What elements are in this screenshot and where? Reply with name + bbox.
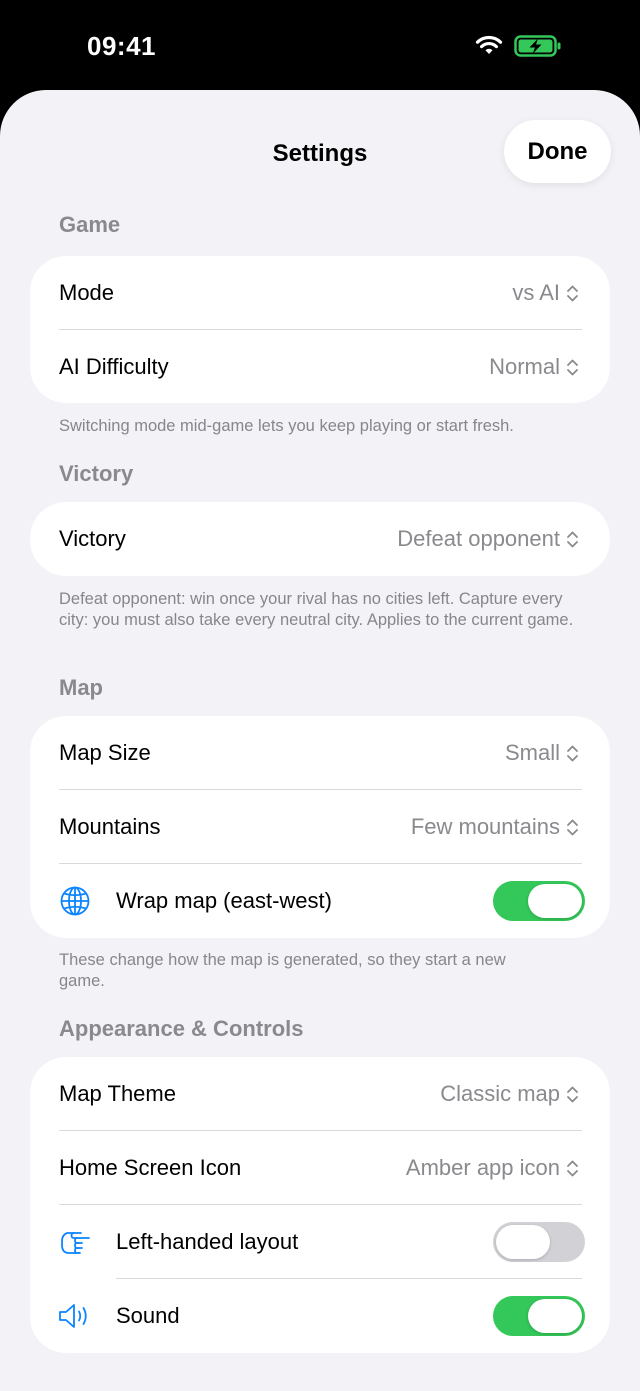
wrap-map-toggle[interactable] bbox=[493, 881, 585, 921]
home-screen-icon-label: Home Screen Icon bbox=[59, 1155, 242, 1180]
status-time: 09:41 bbox=[87, 31, 156, 61]
chevron-up-down-icon bbox=[567, 531, 578, 547]
wrap-map-label: Wrap map (east-west) bbox=[116, 888, 332, 913]
victory-value-text: Defeat opponent bbox=[397, 526, 560, 551]
home-screen-icon-value-text: Amber app icon bbox=[405, 1155, 560, 1180]
toggle-knob bbox=[528, 1299, 582, 1333]
chevron-up-down-icon bbox=[567, 359, 578, 375]
home-screen-icon-row[interactable]: Home Screen Icon Amber app icon bbox=[30, 1131, 610, 1205]
game-footer: Switching mode mid-game lets you keep pl… bbox=[59, 417, 514, 435]
wifi-icon bbox=[475, 35, 503, 54]
mode-value-text: vs AI bbox=[512, 280, 560, 305]
sound-row: Sound bbox=[30, 1279, 610, 1353]
home-screen-icon-value: Amber app icon bbox=[406, 1131, 579, 1205]
wrap-map-row: Wrap map (east-west) bbox=[30, 864, 610, 938]
toggle-knob bbox=[496, 1225, 550, 1259]
chevron-up-down-icon bbox=[567, 285, 578, 301]
speaker-icon bbox=[59, 1304, 87, 1328]
section-header-map: Map bbox=[59, 675, 103, 700]
map-size-row[interactable]: Map Size Small bbox=[30, 716, 610, 790]
map-theme-label: Map Theme bbox=[59, 1081, 176, 1106]
victory-row[interactable]: Victory Defeat opponent bbox=[30, 502, 610, 576]
chevron-up-down-icon bbox=[567, 819, 578, 835]
map-card: Map Size Small Mountains Few mountains W… bbox=[30, 716, 610, 938]
map-footer: These change how the map is generated, s… bbox=[59, 951, 506, 990]
section-header-appearance: Appearance & Controls bbox=[59, 1016, 304, 1041]
chevron-up-down-icon bbox=[567, 745, 578, 761]
toggle-knob bbox=[528, 884, 582, 918]
map-theme-value: Classic map bbox=[440, 1057, 579, 1131]
left-handed-toggle[interactable] bbox=[493, 1222, 585, 1262]
victory-footer: Defeat opponent: win once your rival has… bbox=[59, 590, 574, 629]
mountains-row[interactable]: Mountains Few mountains bbox=[30, 790, 610, 864]
globe-icon bbox=[60, 886, 90, 916]
map-size-label: Map Size bbox=[59, 740, 151, 765]
mountains-value: Few mountains bbox=[411, 790, 579, 864]
left-handed-row: Left-handed layout bbox=[30, 1205, 610, 1279]
pointing-hand-icon bbox=[61, 1232, 90, 1254]
sound-toggle[interactable] bbox=[493, 1296, 585, 1336]
map-size-value: Small bbox=[505, 716, 579, 790]
done-button[interactable]: Done bbox=[504, 120, 611, 183]
ai-difficulty-value-text: Normal bbox=[489, 354, 560, 379]
mode-value: vs AI bbox=[512, 256, 579, 330]
status-bar: 09:41 bbox=[0, 0, 640, 92]
mode-row[interactable]: Mode vs AI bbox=[30, 256, 610, 330]
map-size-value-text: Small bbox=[504, 740, 560, 765]
sound-label: Sound bbox=[116, 1303, 180, 1328]
map-theme-value-text: Classic map bbox=[440, 1081, 560, 1106]
victory-card: Victory Defeat opponent bbox=[30, 502, 610, 576]
chevron-up-down-icon bbox=[567, 1160, 578, 1176]
victory-label: Victory bbox=[59, 526, 126, 551]
ai-difficulty-row[interactable]: AI Difficulty Normal bbox=[30, 330, 610, 404]
map-theme-row[interactable]: Map Theme Classic map bbox=[30, 1057, 610, 1131]
section-header-game: Game bbox=[59, 212, 121, 237]
mountains-value-text: Few mountains bbox=[410, 814, 560, 839]
left-handed-label: Left-handed layout bbox=[116, 1229, 299, 1254]
ai-difficulty-label: AI Difficulty bbox=[59, 354, 169, 379]
game-card: Mode vs AI AI Difficulty Normal bbox=[30, 256, 610, 403]
chevron-up-down-icon bbox=[567, 1086, 578, 1102]
mode-label: Mode bbox=[59, 280, 115, 305]
ai-difficulty-value: Normal bbox=[489, 330, 579, 404]
section-header-victory: Victory bbox=[59, 461, 134, 486]
battery-charging-icon bbox=[514, 35, 561, 57]
victory-value: Defeat opponent bbox=[397, 502, 579, 576]
appearance-card: Map Theme Classic map Home Screen Icon A… bbox=[30, 1057, 610, 1353]
settings-sheet: Settings Done Game Mode vs AI AI Difficu… bbox=[0, 90, 640, 1391]
mountains-label: Mountains bbox=[59, 814, 161, 839]
